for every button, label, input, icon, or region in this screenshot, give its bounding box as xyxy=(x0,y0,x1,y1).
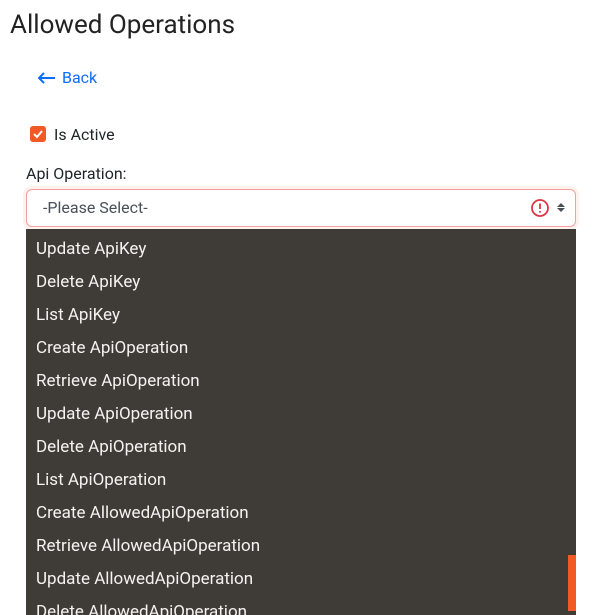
back-link-label: Back xyxy=(62,68,97,87)
dropdown-option[interactable]: Delete ApiOperation xyxy=(26,431,576,464)
api-operation-dropdown: Update ApiKeyDelete ApiKeyList ApiKeyCre… xyxy=(26,229,576,615)
dropdown-option[interactable]: Update ApiKey xyxy=(26,233,576,266)
dropdown-option[interactable]: Update ApiOperation xyxy=(26,398,576,431)
dropdown-option[interactable]: Update AllowedApiOperation xyxy=(26,563,576,596)
dropdown-option[interactable]: Create AllowedApiOperation xyxy=(26,497,576,530)
chevron-updown-icon xyxy=(557,203,565,212)
api-operation-select[interactable]: -Please Select- xyxy=(26,189,576,227)
dropdown-option[interactable]: Retrieve AllowedApiOperation xyxy=(26,530,576,563)
dropdown-option[interactable]: List ApiOperation xyxy=(26,464,576,497)
select-placeholder: -Please Select- xyxy=(43,198,148,217)
dropdown-option[interactable]: Delete AllowedApiOperation xyxy=(26,596,576,615)
is-active-checkbox[interactable] xyxy=(30,126,46,142)
dropdown-option[interactable]: Create ApiOperation xyxy=(26,332,576,365)
scrollbar[interactable] xyxy=(568,555,576,611)
dropdown-option[interactable]: Retrieve ApiOperation xyxy=(26,365,576,398)
back-link[interactable]: Back xyxy=(38,68,97,87)
dropdown-option[interactable]: List ApiKey xyxy=(26,299,576,332)
is-active-label: Is Active xyxy=(54,125,115,144)
error-icon xyxy=(531,199,549,217)
dropdown-option[interactable]: Delete ApiKey xyxy=(26,266,576,299)
page-title: Allowed Operations xyxy=(0,0,602,46)
check-icon xyxy=(32,128,44,140)
api-operation-label: Api Operation: xyxy=(26,164,576,183)
arrow-left-icon xyxy=(38,71,56,85)
